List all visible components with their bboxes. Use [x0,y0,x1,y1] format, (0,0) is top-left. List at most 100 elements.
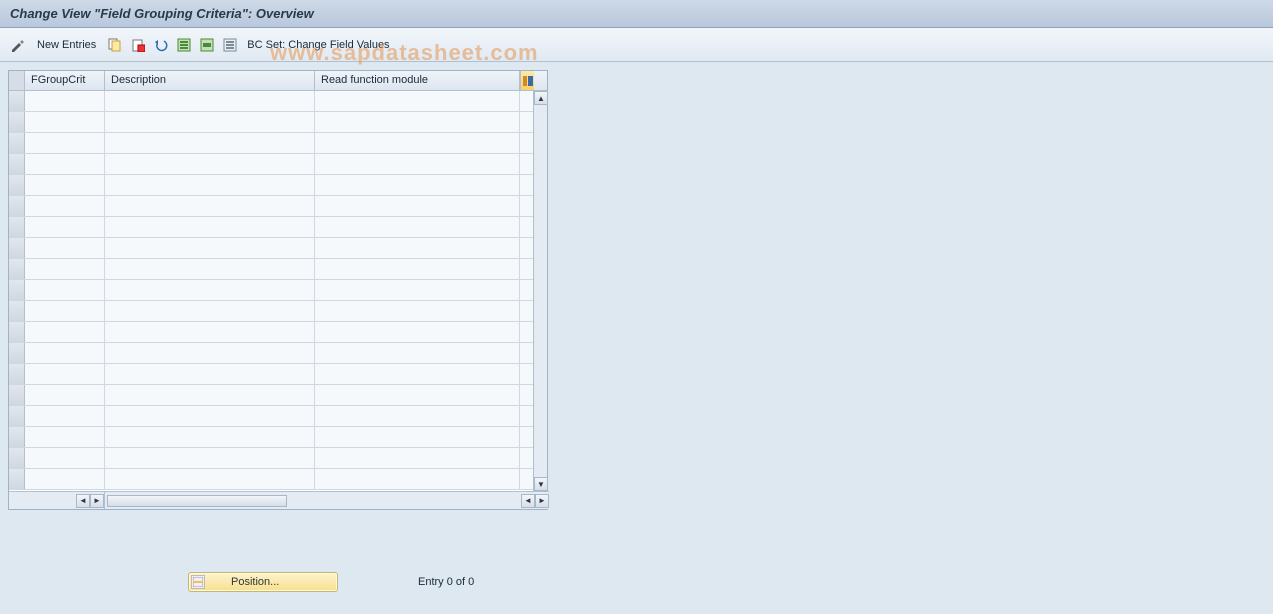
row-selector[interactable] [9,385,25,405]
horizontal-scrollbar[interactable]: ◄ ► [105,492,549,509]
cell-fgroupcrit[interactable] [25,196,105,216]
cell-fgroupcrit[interactable] [25,280,105,300]
column-header-fgroupcrit[interactable]: FGroupCrit [25,71,105,90]
cell-fgroupcrit[interactable] [25,238,105,258]
cell-read-function-module[interactable] [315,238,520,258]
column-header-description[interactable]: Description [105,71,315,90]
switch-mode-icon[interactable] [8,35,28,55]
table-row[interactable] [9,280,534,301]
table-row[interactable] [9,322,534,343]
table-row[interactable] [9,385,534,406]
scroll-up-icon[interactable]: ▲ [534,91,548,105]
scroll-left-icon[interactable]: ◄ [521,494,535,508]
table-row[interactable] [9,301,534,322]
cell-fgroupcrit[interactable] [25,385,105,405]
cell-read-function-module[interactable] [315,280,520,300]
row-selector[interactable] [9,301,25,321]
cell-read-function-module[interactable] [315,175,520,195]
table-row[interactable] [9,154,534,175]
table-row[interactable] [9,469,534,490]
table-row[interactable] [9,133,534,154]
table-row[interactable] [9,259,534,280]
cell-read-function-module[interactable] [315,91,520,111]
cell-read-function-module[interactable] [315,217,520,237]
delete-icon[interactable] [128,35,148,55]
column-header-read-function-module[interactable]: Read function module [315,71,520,90]
table-row[interactable] [9,91,534,112]
cell-read-function-module[interactable] [315,133,520,153]
scroll-down-icon[interactable]: ▼ [534,477,548,491]
cell-description[interactable] [105,91,315,111]
cell-read-function-module[interactable] [315,469,520,489]
vertical-scrollbar[interactable]: ▲ ▼ [533,91,547,491]
cell-fgroupcrit[interactable] [25,112,105,132]
row-selector[interactable] [9,469,25,489]
row-selector[interactable] [9,322,25,342]
cell-read-function-module[interactable] [315,406,520,426]
deselect-all-icon[interactable] [220,35,240,55]
cell-fgroupcrit[interactable] [25,259,105,279]
select-block-icon[interactable] [197,35,217,55]
row-selector[interactable] [9,406,25,426]
cell-read-function-module[interactable] [315,364,520,384]
cell-read-function-module[interactable] [315,322,520,342]
table-row[interactable] [9,238,534,259]
table-settings-icon[interactable] [520,71,534,90]
cell-fgroupcrit[interactable] [25,448,105,468]
horizontal-scroll-thumb[interactable] [107,495,287,507]
table-row[interactable] [9,364,534,385]
column-header-selector[interactable] [9,71,25,90]
table-row[interactable] [9,448,534,469]
cell-description[interactable] [105,112,315,132]
cell-description[interactable] [105,154,315,174]
table-row[interactable] [9,343,534,364]
cell-read-function-module[interactable] [315,112,520,132]
table-row[interactable] [9,196,534,217]
cell-read-function-module[interactable] [315,343,520,363]
cell-description[interactable] [105,406,315,426]
cell-fgroupcrit[interactable] [25,322,105,342]
cell-description[interactable] [105,427,315,447]
bcset-change-field-values-label[interactable]: BC Set: Change Field Values [243,37,393,53]
cell-fgroupcrit[interactable] [25,364,105,384]
row-selector[interactable] [9,154,25,174]
cell-description[interactable] [105,238,315,258]
cell-description[interactable] [105,259,315,279]
cell-description[interactable] [105,448,315,468]
cell-read-function-module[interactable] [315,154,520,174]
row-selector[interactable] [9,448,25,468]
cell-description[interactable] [105,133,315,153]
cell-fgroupcrit[interactable] [25,217,105,237]
cell-fgroupcrit[interactable] [25,301,105,321]
cell-description[interactable] [105,469,315,489]
cell-description[interactable] [105,217,315,237]
row-selector[interactable] [9,238,25,258]
row-selector[interactable] [9,280,25,300]
scroll-col-right-icon[interactable]: ► [90,494,104,508]
cell-read-function-module[interactable] [315,448,520,468]
cell-fgroupcrit[interactable] [25,469,105,489]
select-all-icon[interactable] [174,35,194,55]
row-selector[interactable] [9,427,25,447]
cell-fgroupcrit[interactable] [25,154,105,174]
cell-description[interactable] [105,175,315,195]
cell-fgroupcrit[interactable] [25,91,105,111]
cell-fgroupcrit[interactable] [25,427,105,447]
row-selector[interactable] [9,196,25,216]
cell-read-function-module[interactable] [315,385,520,405]
cell-read-function-module[interactable] [315,301,520,321]
cell-description[interactable] [105,385,315,405]
undo-icon[interactable] [151,35,171,55]
row-selector[interactable] [9,259,25,279]
cell-read-function-module[interactable] [315,427,520,447]
cell-fgroupcrit[interactable] [25,406,105,426]
new-entries-button[interactable]: New Entries [31,37,102,53]
row-selector[interactable] [9,175,25,195]
table-row[interactable] [9,112,534,133]
cell-description[interactable] [105,280,315,300]
cell-read-function-module[interactable] [315,259,520,279]
table-row[interactable] [9,427,534,448]
cell-description[interactable] [105,364,315,384]
scroll-right-icon[interactable]: ► [535,494,549,508]
position-button[interactable]: Position... [188,572,338,592]
